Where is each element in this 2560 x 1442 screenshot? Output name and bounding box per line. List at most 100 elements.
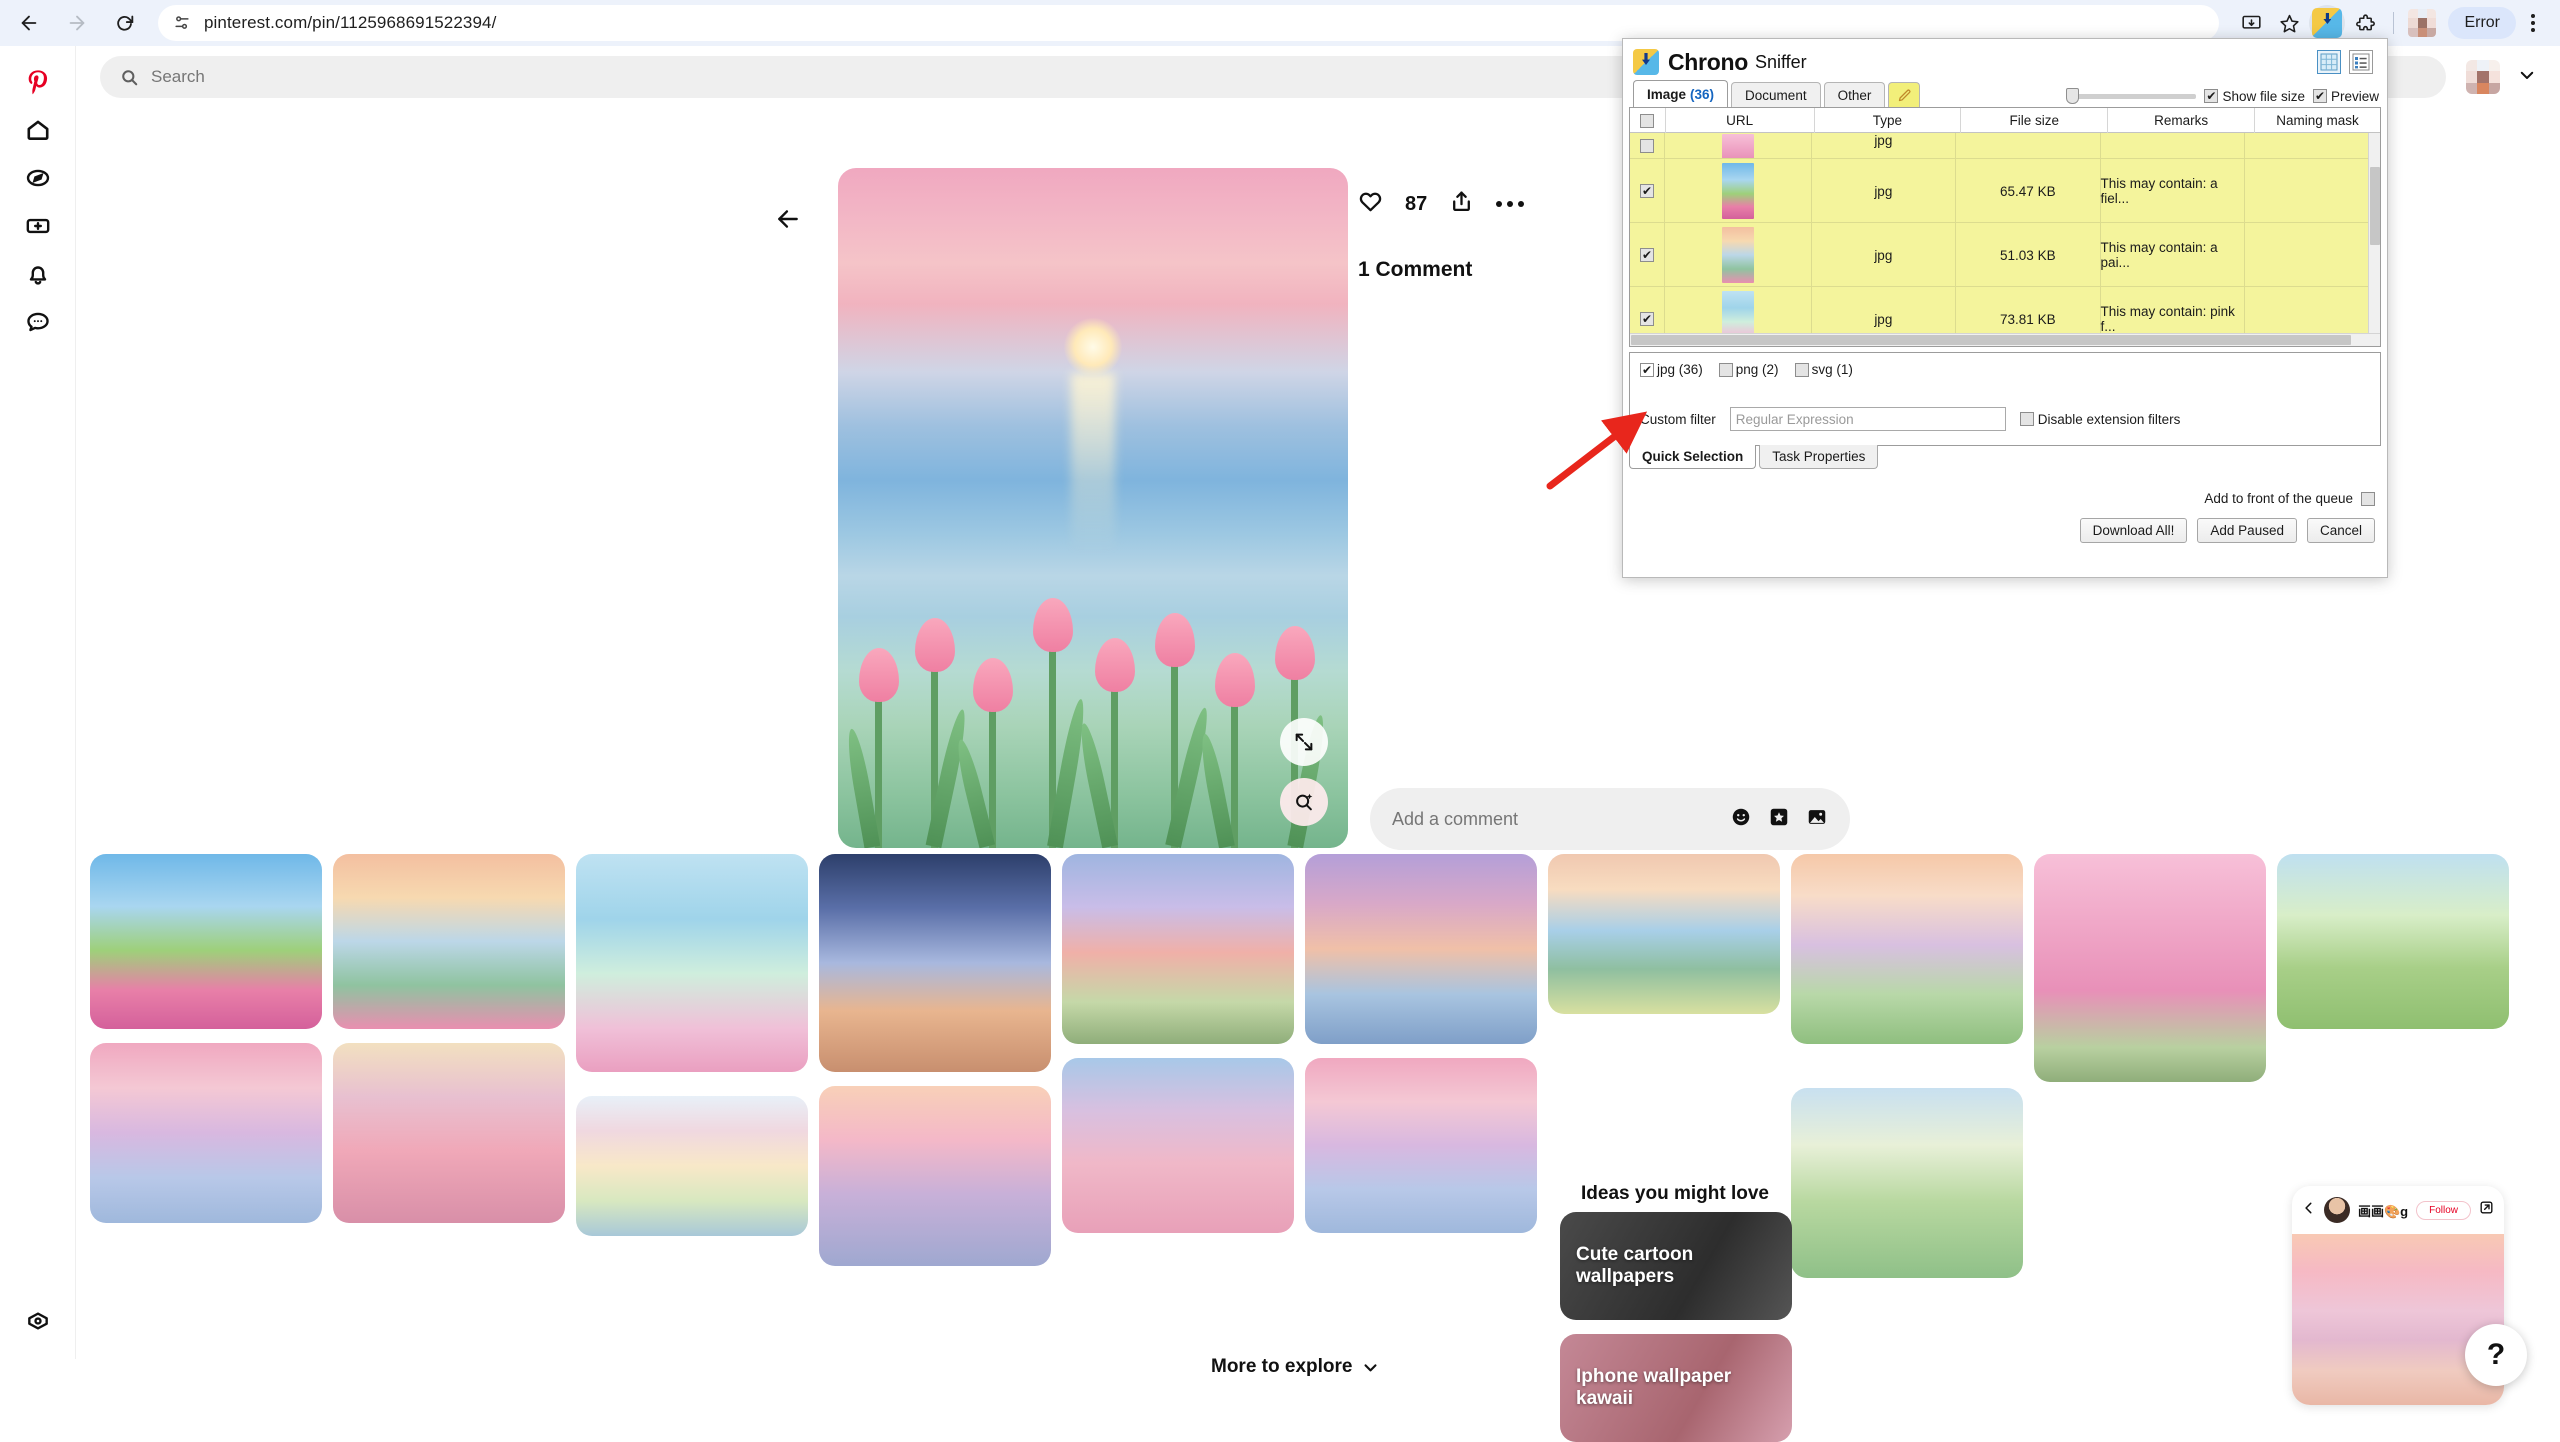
pin-tile[interactable] xyxy=(90,854,322,1029)
sidebar-item-create[interactable] xyxy=(14,202,62,250)
table-row[interactable]: jpg 73.81 KB This may contain: pink f... xyxy=(1630,287,2368,333)
pin-tile[interactable] xyxy=(333,1043,565,1223)
pin-tile[interactable] xyxy=(2034,854,2266,1082)
pin-like-button[interactable] xyxy=(1358,189,1383,219)
pin-tile[interactable] xyxy=(576,854,808,1072)
table-row[interactable]: jpg 65.47 KB This may contain: a fiel... xyxy=(1630,159,2368,223)
pin-tile[interactable] xyxy=(1062,1058,1294,1233)
pin-tile[interactable] xyxy=(819,1086,1051,1266)
three-dot-menu-icon[interactable] xyxy=(2518,5,2548,41)
tab-edit-pencil[interactable] xyxy=(1888,82,1920,107)
header-account-chevron-down-icon[interactable] xyxy=(2518,66,2536,89)
browser-back-button[interactable] xyxy=(10,4,48,42)
sidebar-item-explore[interactable] xyxy=(14,154,62,202)
browser-forward-button[interactable] xyxy=(58,4,96,42)
chrono-extension-icon[interactable] xyxy=(2309,5,2345,41)
pin-tile[interactable] xyxy=(1305,854,1537,1044)
show-file-size-box[interactable] xyxy=(2204,89,2218,103)
filter-png[interactable]: png (2) xyxy=(1719,362,1779,377)
add-to-front-of-queue-checkbox[interactable] xyxy=(2361,492,2375,506)
tab-task-properties[interactable]: Task Properties xyxy=(1759,445,1878,469)
preview-box[interactable] xyxy=(2313,89,2327,103)
select-all-checkbox[interactable] xyxy=(1640,114,1654,128)
profile-avatar[interactable] xyxy=(2404,5,2440,41)
table-horizontal-scrollbar[interactable] xyxy=(1630,333,2380,346)
column-header-remarks[interactable]: Remarks xyxy=(2108,108,2255,133)
pin-visual-search-button[interactable] xyxy=(1280,778,1328,826)
column-header-filesize[interactable]: File size xyxy=(1961,108,2108,133)
pin-main-image[interactable] xyxy=(838,168,1348,848)
sidebar-item-home[interactable] xyxy=(14,106,62,154)
table-vertical-scrollbar[interactable] xyxy=(2368,133,2380,333)
column-header-url[interactable]: URL xyxy=(1666,108,1815,133)
filter-svg-checkbox[interactable] xyxy=(1795,363,1809,377)
bookmark-star-icon[interactable] xyxy=(2271,5,2307,41)
pin-tile[interactable] xyxy=(819,854,1051,1072)
filter-jpg[interactable]: jpg (36) xyxy=(1640,362,1703,377)
pin-tile[interactable] xyxy=(90,1043,322,1223)
column-header-type[interactable]: Type xyxy=(1815,108,1962,133)
pin-tile[interactable] xyxy=(1548,854,1780,1014)
sidebar-item-pinterest-logo[interactable] xyxy=(14,58,62,106)
filter-svg[interactable]: svg (1) xyxy=(1795,362,1853,377)
row-checkbox[interactable] xyxy=(1640,312,1654,326)
table-body: jpg jpg 65.47 KB This may contain: a fie… xyxy=(1630,133,2368,333)
custom-filter-input[interactable]: Regular Expression xyxy=(1730,407,2006,431)
follow-button[interactable]: Follow xyxy=(2416,1201,2471,1220)
creator-card-share-button[interactable] xyxy=(2479,1200,2494,1220)
sticker-button[interactable] xyxy=(1768,806,1790,833)
pin-tile[interactable] xyxy=(576,1096,808,1236)
list-view-button[interactable] xyxy=(2349,50,2373,74)
pin-tile[interactable] xyxy=(2277,854,2509,1029)
cancel-button[interactable]: Cancel xyxy=(2307,518,2375,543)
thumbnail-size-slider[interactable] xyxy=(2066,88,2196,104)
browser-reload-button[interactable] xyxy=(106,4,144,42)
sidebar-item-notifications[interactable] xyxy=(14,250,62,298)
row-checkbox[interactable] xyxy=(1640,248,1654,262)
row-checkbox[interactable] xyxy=(1640,139,1654,153)
add-paused-button[interactable]: Add Paused xyxy=(2197,518,2297,543)
show-file-size-checkbox[interactable]: Show file size xyxy=(2204,89,2305,104)
pin-back-button[interactable] xyxy=(770,201,806,237)
disable-extension-filters-box[interactable] xyxy=(2020,412,2034,426)
idea-card[interactable]: Cute cartoon wallpapers xyxy=(1560,1212,1792,1320)
pin-tile[interactable] xyxy=(333,854,565,1029)
grid-view-button[interactable] xyxy=(2317,50,2341,74)
pin-expand-button[interactable] xyxy=(1280,718,1328,766)
disable-extension-filters-checkbox[interactable]: Disable extension filters xyxy=(2020,412,2181,427)
pin-share-button[interactable] xyxy=(1449,189,1474,219)
pinterest-sidebar xyxy=(0,46,76,1359)
row-checkbox[interactable] xyxy=(1640,184,1654,198)
idea-card[interactable]: Iphone wallpaper kawaii xyxy=(1560,1334,1792,1442)
add-comment-input[interactable]: Add a comment xyxy=(1370,788,1850,850)
more-to-explore-button[interactable]: More to explore xyxy=(1185,1344,1405,1390)
tab-image[interactable]: Image (36) xyxy=(1633,80,1728,107)
pin-more-options-button[interactable] xyxy=(1496,201,1524,207)
tab-document[interactable]: Document xyxy=(1731,82,1821,107)
extensions-puzzle-icon[interactable] xyxy=(2347,5,2383,41)
emoji-picker-button[interactable] xyxy=(1730,806,1752,833)
table-row[interactable]: jpg xyxy=(1630,133,2368,159)
sidebar-item-messages[interactable] xyxy=(14,298,62,346)
pin-tile[interactable] xyxy=(1791,1088,2023,1278)
download-all-button[interactable]: Download All! xyxy=(2080,518,2188,543)
creator-card-back-button[interactable] xyxy=(2302,1201,2316,1220)
column-select-all[interactable] xyxy=(1630,108,1666,133)
error-status-chip[interactable]: Error xyxy=(2448,7,2516,39)
pin-tile[interactable] xyxy=(1062,854,1294,1044)
help-button[interactable]: ? xyxy=(2465,1324,2527,1386)
filter-jpg-checkbox[interactable] xyxy=(1640,363,1654,377)
table-row[interactable]: jpg 51.03 KB This may contain: a pai... xyxy=(1630,223,2368,287)
column-header-naming-mask[interactable]: Naming mask xyxy=(2255,108,2380,133)
address-bar[interactable]: pinterest.com/pin/1125968691522394/ xyxy=(158,5,2219,41)
tab-other[interactable]: Other xyxy=(1824,82,1886,107)
sidebar-item-settings[interactable] xyxy=(14,1297,62,1345)
pin-tile[interactable] xyxy=(1305,1058,1537,1233)
preview-checkbox[interactable]: Preview xyxy=(2313,89,2379,104)
pin-tile[interactable] xyxy=(1791,854,2023,1044)
filter-png-checkbox[interactable] xyxy=(1719,363,1733,377)
site-settings-icon[interactable] xyxy=(172,13,192,33)
install-app-icon[interactable] xyxy=(2233,5,2269,41)
header-user-avatar[interactable] xyxy=(2466,60,2500,94)
image-attach-button[interactable] xyxy=(1806,806,1828,833)
